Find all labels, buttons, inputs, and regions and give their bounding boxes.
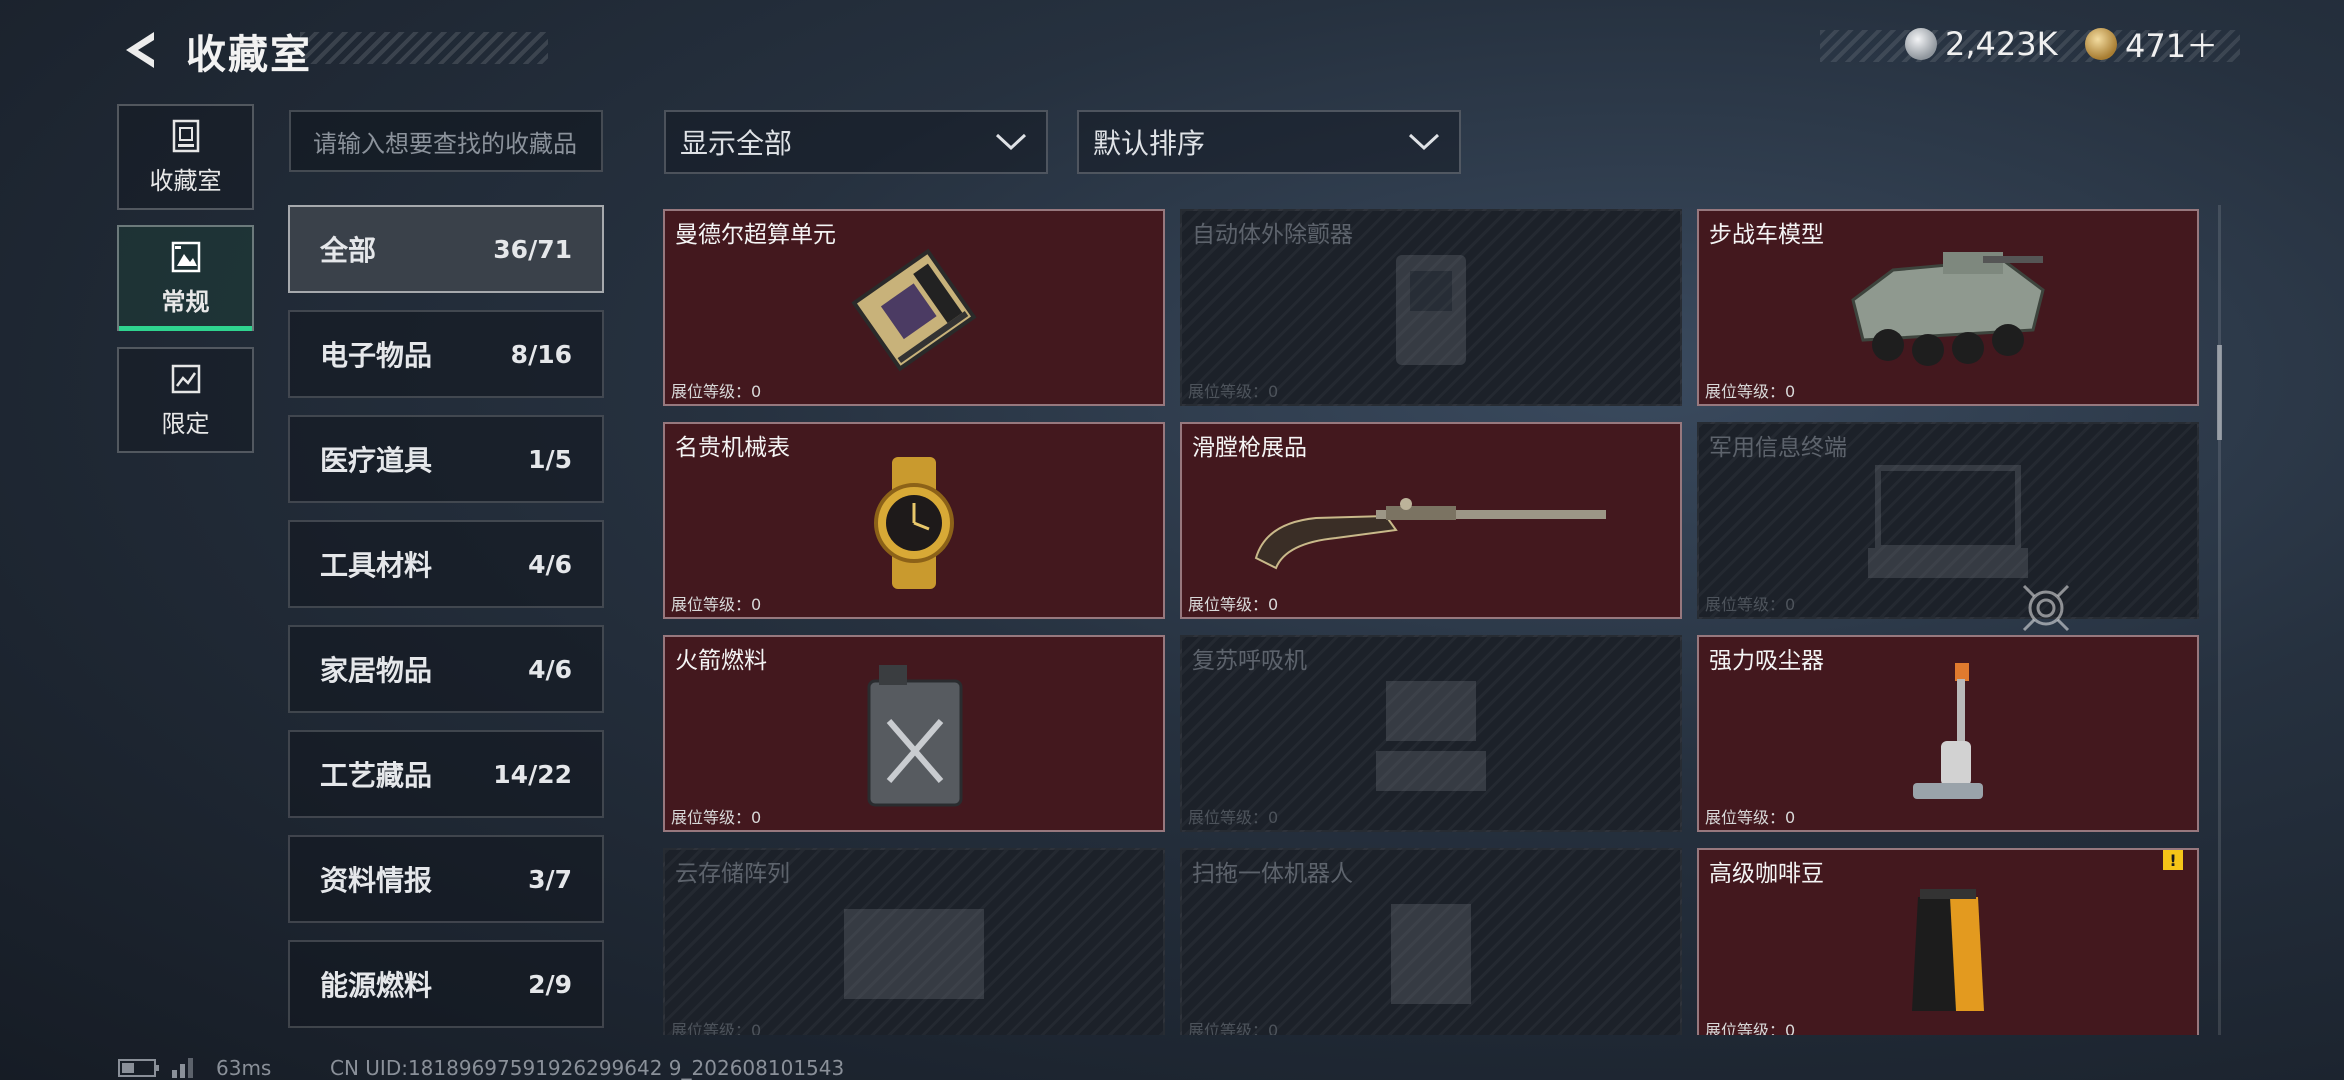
item-level: 展位等级：0	[1188, 382, 1279, 401]
uid-text: CN UID:18189697591926299642 9_2026081015…	[330, 1056, 845, 1080]
item-level: 展位等级：0	[671, 808, 762, 827]
scrollbar-track[interactable]	[2218, 205, 2221, 1035]
category-electronics[interactable]: 电子物品 8/16	[288, 310, 604, 398]
category-label: 能源燃料	[320, 969, 433, 1002]
tab-vault-label: 收藏室	[149, 166, 222, 195]
scrollbar-thumb[interactable]	[2217, 345, 2222, 440]
category-count: 1/5	[528, 444, 572, 474]
silver-coin-icon	[1905, 28, 1937, 60]
item-card[interactable]: 滑膛枪展品 展位等级：0	[1180, 422, 1682, 619]
item-card[interactable]: 高级咖啡豆 ! 展位等级：0	[1697, 848, 2199, 1035]
item-card[interactable]: 步战车模型 展位等级：0	[1697, 209, 2199, 406]
crosshair-icon	[2022, 584, 2070, 632]
search-input[interactable]: 请输入想要查找的收藏品	[289, 110, 603, 172]
category-label: 家居物品	[320, 654, 433, 687]
watch-icon	[665, 452, 1163, 593]
category-count: 8/16	[510, 339, 572, 369]
armored-vehicle-icon	[1699, 239, 2197, 380]
defibrillator-icon	[1182, 239, 1680, 380]
item-level: 展位等级：0	[1705, 808, 1796, 827]
item-card[interactable]: 扫拖一体机器人 展位等级：0	[1180, 848, 1682, 1035]
item-card[interactable]: 自动体外除颤器 展位等级：0	[1180, 209, 1682, 406]
title-decoration	[300, 32, 548, 64]
coffee-bag-icon	[1699, 878, 2197, 1019]
ventilator-icon	[1182, 665, 1680, 806]
gold-amount: 471＋	[2125, 27, 2219, 65]
item-level: 展位等级：0	[1188, 1021, 1279, 1035]
gold-coin-icon	[2085, 28, 2117, 60]
fuel-can-icon	[665, 664, 1163, 806]
signal-icon	[172, 1058, 193, 1078]
item-level: 展位等级：0	[671, 382, 762, 401]
item-card[interactable]: 云存储阵列 展位等级：0	[663, 848, 1165, 1035]
musket-icon	[1182, 452, 1680, 593]
category-label: 医疗道具	[320, 444, 433, 477]
category-count: 14/22	[493, 759, 572, 789]
page-title: 收藏室	[186, 32, 312, 78]
item-level: 展位等级：0	[671, 595, 762, 614]
silver-amount: 2,423K	[1945, 25, 2058, 63]
tab-vault[interactable]: 收藏室	[117, 104, 254, 210]
item-level: 展位等级：0	[671, 1021, 762, 1035]
category-count: 2/9	[528, 969, 572, 999]
vacuum-icon	[1699, 662, 2197, 806]
silver-currency: 2,423K	[1905, 22, 2058, 66]
filter-dropdown[interactable]: 显示全部	[664, 110, 1048, 174]
item-card[interactable]: 强力吸尘器 展位等级：0	[1697, 635, 2199, 832]
category-all[interactable]: 全部 36/71	[288, 205, 604, 293]
category-medical[interactable]: 医疗道具 1/5	[288, 415, 604, 503]
item-card[interactable]: 复苏呼吸机 展位等级：0	[1180, 635, 1682, 832]
search-placeholder: 请输入想要查找的收藏品	[313, 129, 577, 158]
category-crafts[interactable]: 工艺藏品 14/22	[288, 730, 604, 818]
item-card[interactable]: 曼德尔超算单元 展位等级：0	[663, 209, 1165, 406]
robot-icon	[1182, 878, 1680, 1019]
collection-grid: 曼德尔超算单元 展位等级：0 自动体外除颤器 展位等级：0 步战车模型 展位等级…	[663, 209, 2203, 1035]
category-label: 工艺藏品	[320, 759, 433, 792]
filter-label: 显示全部	[680, 127, 793, 160]
back-arrow-icon[interactable]	[118, 28, 162, 72]
warning-badge-icon: !	[2163, 850, 2183, 870]
sort-label: 默认排序	[1093, 127, 1206, 160]
item-card[interactable]: 火箭燃料 展位等级：0	[663, 635, 1165, 832]
category-intel[interactable]: 资料情报 3/7	[288, 835, 604, 923]
sort-dropdown[interactable]: 默认排序	[1077, 110, 1461, 174]
category-count: 36/71	[493, 234, 572, 264]
tab-regular-label: 常规	[161, 287, 210, 316]
category-tools[interactable]: 工具材料 4/6	[288, 520, 604, 608]
terminal-icon	[1699, 452, 2197, 593]
item-level: 展位等级：0	[1705, 1021, 1796, 1035]
category-household[interactable]: 家居物品 4/6	[288, 625, 604, 713]
category-label: 工具材料	[320, 549, 433, 582]
item-card[interactable]: 名贵机械表 展位等级：0	[663, 422, 1165, 619]
category-fuel[interactable]: 能源燃料 2/9	[288, 940, 604, 1028]
battery-icon	[118, 1059, 159, 1077]
tab-limited-label: 限定	[161, 409, 210, 438]
item-card[interactable]: 军用信息终端 展位等级：0	[1697, 422, 2199, 619]
tab-limited[interactable]: 限定	[117, 347, 254, 453]
chevron-down-icon	[995, 133, 1027, 151]
tab-regular[interactable]: 常规	[117, 225, 254, 331]
category-count: 4/6	[528, 654, 572, 684]
gold-currency[interactable]: 471＋	[2085, 22, 2218, 66]
category-label: 全部	[320, 234, 377, 267]
item-level: 展位等级：0	[1705, 382, 1796, 401]
category-count: 3/7	[528, 864, 572, 894]
limited-icon	[171, 364, 200, 393]
category-label: 资料情报	[320, 864, 433, 897]
item-level: 展位等级：0	[1705, 595, 1796, 614]
category-label: 电子物品	[320, 339, 433, 372]
item-level: 展位等级：0	[1188, 595, 1279, 614]
storage-array-icon	[665, 878, 1163, 1019]
gallery-icon	[171, 241, 200, 272]
ping-text: 63ms	[216, 1056, 272, 1080]
computer-board-icon	[665, 239, 1163, 380]
category-count: 4/6	[528, 549, 572, 579]
vault-icon	[172, 119, 199, 152]
item-level: 展位等级：0	[1188, 808, 1279, 827]
chevron-down-icon	[1408, 133, 1440, 151]
